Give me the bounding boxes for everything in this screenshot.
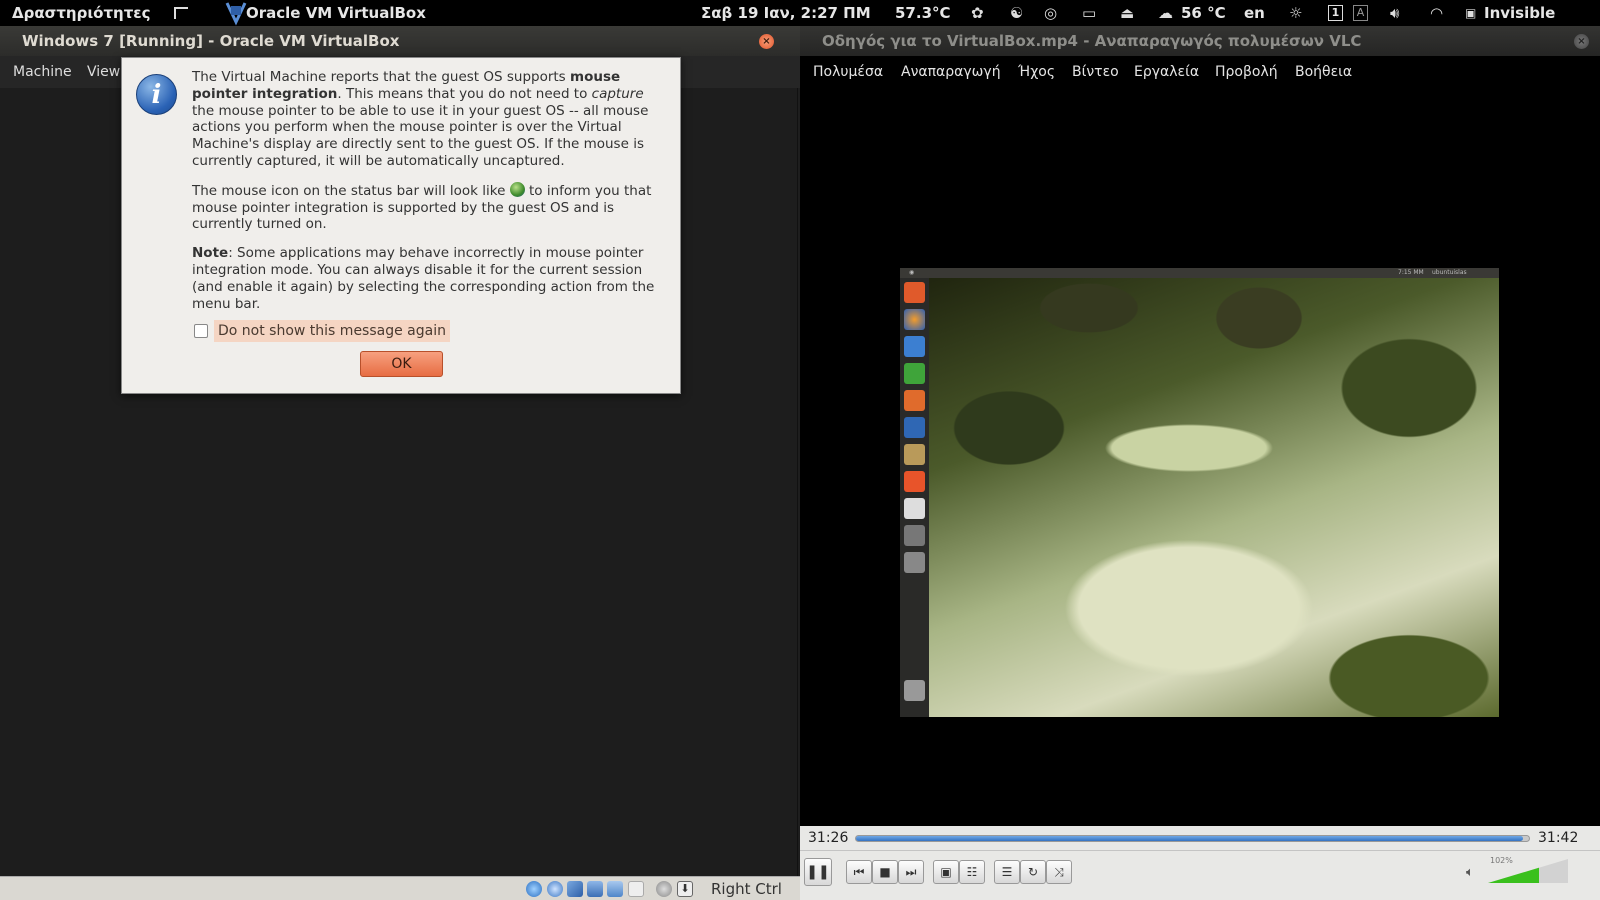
host-key-label: Right Ctrl	[711, 880, 782, 898]
screen-icon[interactable]: ▭	[1082, 0, 1096, 26]
seek-slider[interactable]	[855, 835, 1530, 842]
previous-button[interactable]: ⏮	[846, 860, 872, 884]
video-ubuntu-launcher	[900, 278, 929, 717]
cd-icon[interactable]	[547, 881, 563, 897]
fullscreen-button[interactable]: ▣	[933, 860, 959, 884]
activities-button[interactable]: Δραστηριότητες	[12, 0, 151, 26]
elapsed-time[interactable]: 31:26	[808, 826, 848, 850]
network-icon[interactable]	[587, 881, 603, 897]
keyboard-layout[interactable]: en	[1244, 0, 1265, 26]
mouse-integration-icon[interactable]	[656, 881, 672, 897]
video-software-center-icon	[904, 471, 925, 492]
video-ubuntu-logo-icon: ◉	[909, 269, 915, 276]
weather-icon[interactable]: ☁	[1158, 0, 1173, 26]
workspace-a-indicator[interactable]: A	[1353, 5, 1368, 21]
video-shotwell-icon	[904, 444, 925, 465]
shared-folders-icon[interactable]	[607, 881, 623, 897]
window-list-icon[interactable]	[174, 7, 188, 19]
app-name[interactable]: Oracle VM VirtualBox	[246, 0, 426, 26]
menu-media[interactable]: Πολυμέσα	[813, 56, 883, 88]
menu-machine[interactable]: Machine	[13, 56, 72, 88]
vlc-menubar: Πολυμέσα Αναπαραγωγή Ήχος Βίντεο Εργαλεί…	[800, 56, 1600, 88]
video-wallpaper-stream	[929, 278, 1499, 717]
video-frame-ubuntu-desktop: ◉ 7:15 ΜΜ ubuntuislas	[900, 268, 1499, 717]
total-time[interactable]: 31:42	[1538, 826, 1578, 850]
ok-button[interactable]: OK	[360, 351, 443, 377]
hdd-icon[interactable]	[526, 881, 542, 897]
video-ubuntu-topbar: ◉ 7:15 ΜΜ ubuntuislas	[900, 268, 1499, 278]
mouse-integration-dialog: i The Virtual Machine reports that the g…	[121, 57, 681, 394]
user-status[interactable]: Invisible	[1484, 0, 1555, 26]
video-trash-icon	[904, 680, 925, 701]
next-button[interactable]: ⏭	[898, 860, 924, 884]
volume-slider[interactable]: 102%	[1488, 856, 1568, 883]
video-calc-icon	[904, 363, 925, 384]
video-topbar-user: ubuntuislas	[1432, 269, 1467, 276]
desktop: Δραστηριότητες Oracle VM VirtualBox Σαβ …	[0, 0, 1600, 900]
video-area[interactable]: ◉ 7:15 ΜΜ ubuntuislas	[800, 88, 1600, 872]
menu-audio[interactable]: Ήχος	[1018, 56, 1055, 88]
info-icon: i	[136, 74, 177, 115]
speaker-icon[interactable]: 🔈︎	[1466, 865, 1474, 880]
menu-video[interactable]: Βίντεο	[1072, 56, 1119, 88]
usb-icon[interactable]	[567, 881, 583, 897]
shuffle-button[interactable]: ⤨	[1046, 860, 1072, 884]
message-paragraph-2: The mouse icon on the status bar will lo…	[192, 181, 652, 233]
wifi-icon[interactable]: ◠	[1430, 0, 1443, 26]
message-paragraph-1: The Virtual Machine reports that the gue…	[192, 69, 649, 169]
video-firefox-icon	[904, 309, 925, 330]
seek-progress	[856, 836, 1523, 841]
status-icon[interactable]: ▣	[1465, 0, 1476, 26]
vbox-titlebar[interactable]: Windows 7 [Running] - Oracle VM VirtualB…	[0, 26, 800, 56]
video-writer-icon	[904, 336, 925, 357]
loop-button[interactable]: ↻	[1020, 860, 1046, 884]
vbox-statusbar: ⬇ Right Ctrl	[0, 876, 800, 900]
menu-help[interactable]: Βοήθεια	[1295, 56, 1352, 88]
video-search-icon	[904, 552, 925, 573]
pidgin-icon[interactable]: ☯	[1010, 0, 1023, 26]
vlc-close-button[interactable]: ×	[1574, 34, 1589, 49]
video-files-icon	[904, 498, 925, 519]
vlc-titlebar[interactable]: Οδηγός για το VirtualBox.mp4 - Αναπαραγω…	[800, 26, 1600, 56]
dont-show-again-label[interactable]: Do not show this message again	[214, 320, 450, 342]
message-paragraph-3: Note: Some applications may behave incor…	[192, 245, 655, 312]
video-topbar-time: 7:15 ΜΜ	[1398, 269, 1424, 276]
display-icon[interactable]	[628, 881, 644, 897]
extended-settings-button[interactable]: ☷	[959, 860, 985, 884]
seek-bar-row: 31:26 31:42	[800, 826, 1600, 850]
clock[interactable]: Σαβ 19 Ιαν, 2:27 ΠΜ	[701, 0, 871, 26]
chat-status-icon[interactable]: ◎	[1044, 0, 1057, 26]
weather-temp[interactable]: 56 °C	[1181, 0, 1226, 26]
host-key-icon[interactable]: ⬇	[677, 881, 693, 897]
stop-button[interactable]: ■	[872, 860, 898, 884]
pause-button[interactable]: ❚❚	[804, 858, 832, 886]
volume-icon[interactable]: 🔊︎	[1390, 0, 1399, 26]
dont-show-again-checkbox[interactable]	[194, 324, 208, 338]
video-impress-icon	[904, 390, 925, 411]
volume-label: 102%	[1490, 856, 1513, 865]
vlc-window: Οδηγός για το VirtualBox.mp4 - Αναπαραγω…	[800, 26, 1600, 900]
vbox-close-button[interactable]: ×	[759, 34, 774, 49]
video-home-icon	[904, 282, 925, 303]
menu-playback[interactable]: Αναπαραγωγή	[901, 56, 1001, 88]
playback-controls: ❚❚ ⏮ ■ ⏭ ▣ ☷ ☰ ↻ ⤨ 🔈︎ 102%	[800, 850, 1600, 900]
menu-tools[interactable]: Εργαλεία	[1134, 56, 1199, 88]
menu-view[interactable]: Προβολή	[1215, 56, 1278, 88]
video-settings-icon	[904, 525, 925, 546]
cpu-temp[interactable]: 57.3°C	[895, 0, 951, 26]
eject-icon[interactable]: ⏏	[1120, 0, 1134, 26]
menu-view[interactable]: View	[87, 56, 120, 88]
mouse-integration-icon	[509, 181, 525, 197]
cpu-freq-icon[interactable]: ✿	[971, 0, 984, 26]
video-virtualbox-icon	[904, 417, 925, 438]
dialog-message: The Virtual Machine reports that the gue…	[192, 69, 667, 324]
brightness-icon[interactable]: ☼	[1289, 0, 1302, 26]
top-panel: Δραστηριότητες Oracle VM VirtualBox Σαβ …	[0, 0, 1600, 26]
playlist-button[interactable]: ☰	[994, 860, 1020, 884]
workspace-1-indicator[interactable]: 1	[1328, 5, 1343, 21]
